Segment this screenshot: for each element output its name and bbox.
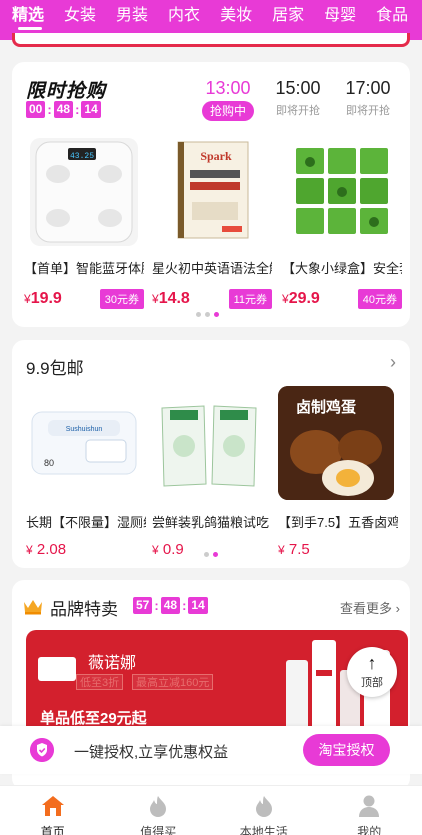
active-tab-indicator (18, 27, 42, 30)
product-image-scale: 43.25 (30, 138, 138, 246)
product-image-green-boxes (288, 138, 396, 246)
category-tab-featured[interactable]: 精选 (12, 1, 44, 25)
svg-text:43.25: 43.25 (70, 152, 94, 161)
tab-label: 我的 (357, 825, 382, 835)
flash-product-card[interactable]: Spark 星火初中英语语法全解 ¥14.8 11元券 (152, 138, 272, 309)
category-tab-women[interactable]: 女装 (64, 1, 96, 25)
slot-time: 17:00 (345, 78, 391, 98)
slot-status: 抢购中 (202, 101, 254, 121)
wipes-brand-text: Sushuishun (66, 426, 103, 433)
product-image-wipes: Sushuishun 80 (26, 386, 142, 500)
countdown-seconds: 14 (188, 597, 208, 614)
banner-subtitle: 单品低至29元起 (40, 710, 147, 727)
product-price: ¥19.9 (24, 290, 62, 307)
product-price: ¥ 2.08 (26, 541, 67, 558)
back-to-top-button[interactable]: ↑ 顶部 (347, 647, 397, 697)
tab-worth-buying[interactable]: 值得买 (106, 786, 212, 835)
svg-text:Spark: Spark (200, 149, 232, 163)
product-name: 尝鲜装乳鸽猫粮试吃 (152, 515, 270, 530)
slot-status: 即将开抢 (276, 105, 320, 117)
product-price: ¥14.8 (152, 290, 190, 307)
tab-home[interactable]: 首页 (0, 786, 106, 835)
home-icon (41, 796, 64, 816)
slot-time: 15:00 (275, 78, 321, 98)
flash-sale-title: 限时抢购 (26, 81, 107, 102)
category-tab-men[interactable]: 男装 (116, 1, 148, 25)
discount-tag: 最高立减160元 (132, 674, 214, 690)
user-icon (359, 795, 380, 817)
bottom-tab-bar: 首页 值得买 本地生活 我的 (0, 785, 422, 835)
carousel-dots (194, 312, 221, 317)
time-slot-1700[interactable]: 17:00 即将开抢 (336, 78, 400, 118)
auth-bar: 一键授权,立享优惠权益 淘宝授权 (0, 726, 422, 774)
category-tab-baby[interactable]: 母婴 (324, 1, 356, 25)
egg-image-title: 卤制鸡蛋 (296, 398, 356, 416)
coupon-badge: 11元券 (228, 289, 272, 309)
nine-product-card[interactable]: 卤制鸡蛋 【到手7.5】五香卤鸡蛋 ¥ 7.5 (278, 386, 398, 558)
flash-product-card[interactable]: 【大象小绿盒】安全套 ¥29.9 40元券 (282, 138, 402, 309)
category-tab-beauty[interactable]: 美妆 (220, 1, 252, 25)
tab-label: 本地生活 (239, 825, 288, 835)
coupon-badge: 40元券 (357, 289, 402, 309)
flame-icon (255, 796, 272, 817)
nine-product-card[interactable]: 尝鲜装乳鸽猫粮试吃 ¥ 0.9 (152, 386, 272, 558)
view-more-link[interactable]: 查看更多 › (340, 598, 400, 617)
carousel-dot-active (214, 312, 219, 317)
time-slot-1500[interactable]: 15:00 即将开抢 (266, 78, 330, 118)
carousel-dot (204, 552, 209, 557)
coupon-badge: 30元券 (99, 289, 144, 309)
tab-local-life[interactable]: 本地生活 (211, 786, 317, 835)
product-image-book: Spark (158, 138, 266, 246)
tab-mine[interactable]: 我的 (317, 786, 422, 835)
nine-nine-card: 9.9包邮 › Sushuishun 80 长期【不限量】湿厕纸 ¥ 2.08 (12, 340, 410, 568)
carousel-dot (205, 312, 210, 317)
wipes-count-text: 80 (44, 458, 54, 468)
product-image-catfood (152, 386, 268, 500)
category-tab-home[interactable]: 居家 (272, 1, 304, 25)
countdown-minutes: 48 (53, 101, 74, 118)
countdown-hours: 57 (133, 597, 153, 614)
product-name: 星火初中英语语法全解 (152, 261, 272, 276)
taobao-auth-button[interactable]: 淘宝授权 (303, 734, 390, 766)
tab-label: 首页 (40, 825, 65, 835)
top-banner-edge (12, 33, 410, 47)
product-image-eggs: 卤制鸡蛋 (278, 386, 394, 500)
slot-time: 13:00 (205, 78, 251, 98)
category-tab-food[interactable]: 食品 (376, 1, 408, 25)
tab-label: 值得买 (140, 825, 177, 835)
flash-sale-countdown: 00 : 48 : 14 (26, 101, 101, 118)
brand-sale-countdown: 57 : 48 : 14 (133, 597, 208, 614)
brand-logo (38, 657, 76, 681)
product-name: 【首单】智能蓝牙体脂秤 (24, 261, 144, 276)
crown-icon (24, 600, 42, 615)
brand-name: 薇诺娜 (88, 655, 137, 672)
countdown-seconds: 14 (81, 101, 101, 118)
nine-product-card[interactable]: Sushuishun 80 长期【不限量】湿厕纸 ¥ 2.08 (26, 386, 146, 558)
chevron-right-icon[interactable]: › (390, 352, 396, 373)
product-name: 长期【不限量】湿厕纸 (26, 515, 146, 530)
auth-prompt-text: 一键授权,立享优惠权益 (74, 744, 229, 761)
brand-sale-title: 品牌特卖 (50, 600, 118, 619)
carousel-dot-active (213, 552, 218, 557)
countdown-hours: 00 (26, 101, 46, 118)
discount-tag: 低至3折 (76, 674, 124, 690)
slot-status: 即将开抢 (346, 105, 390, 117)
product-price: ¥29.9 (282, 290, 320, 307)
flash-sale-card: 限时抢购 00 : 48 : 14 13:00 抢购中 15:00 即将开抢 1… (12, 62, 410, 327)
nine-nine-title: 9.9包邮 (26, 359, 84, 378)
product-price: ¥ 7.5 (278, 541, 310, 558)
carousel-dots (202, 552, 220, 557)
time-slot-1300[interactable]: 13:00 抢购中 (196, 78, 260, 121)
category-tab-underwear[interactable]: 内衣 (168, 1, 200, 25)
flash-product-card[interactable]: 43.25 【首单】智能蓝牙体脂秤 ¥19.9 30元券 (24, 138, 144, 309)
flame-icon (150, 796, 167, 817)
product-name: 【到手7.5】五香卤鸡蛋 (278, 515, 398, 530)
carousel-dot (196, 312, 201, 317)
product-name: 【大象小绿盒】安全套 (282, 261, 402, 276)
back-to-top-label: 顶部 (361, 677, 383, 689)
arrow-up-icon: ↑ (367, 653, 377, 673)
countdown-minutes: 48 (160, 597, 181, 614)
shield-check-icon (30, 738, 54, 762)
